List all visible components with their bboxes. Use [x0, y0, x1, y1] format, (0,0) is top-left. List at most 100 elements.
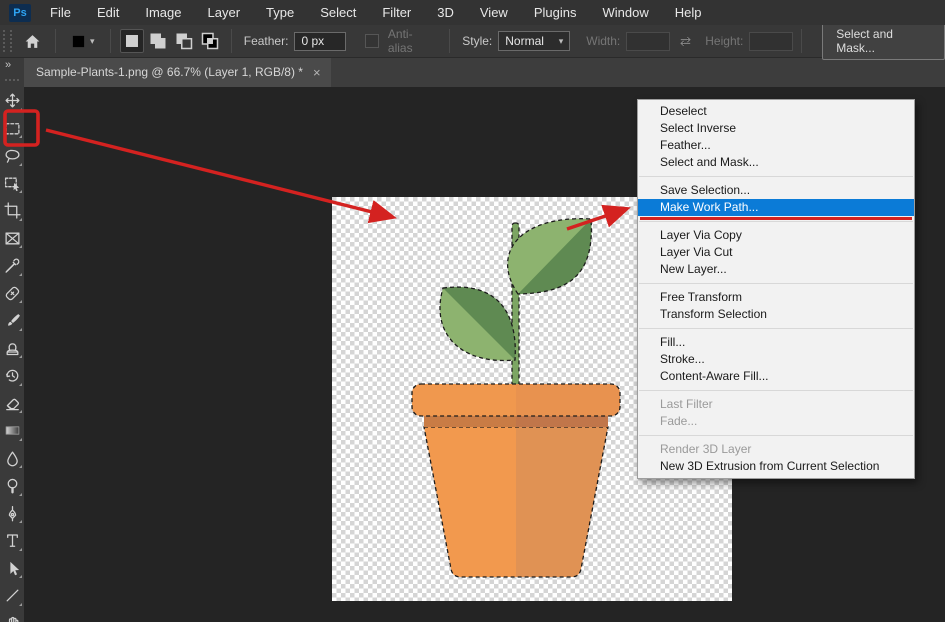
lasso-icon: [4, 147, 21, 164]
tool-pen[interactable]: [0, 500, 24, 528]
menu-item-new-3d-extrusion[interactable]: New 3D Extrusion from Current Selection: [638, 458, 914, 475]
menu-plugins[interactable]: Plugins: [521, 0, 590, 25]
crop-icon: [4, 202, 21, 219]
menu-file[interactable]: File: [37, 0, 84, 25]
tool-hand[interactable]: [0, 610, 24, 622]
tool-clone-stamp[interactable]: [0, 335, 24, 363]
intersect-selection-icon[interactable]: [198, 29, 222, 53]
close-icon[interactable]: ×: [313, 65, 321, 80]
menu-separator: [639, 283, 913, 284]
menu-item-deselect[interactable]: Deselect: [638, 103, 914, 120]
menu-edit[interactable]: Edit: [84, 0, 132, 25]
style-label: Style:: [462, 34, 492, 48]
menu-item-layer-via-cut[interactable]: Layer Via Cut: [638, 244, 914, 261]
toolbar: »: [0, 57, 24, 622]
menu-item-stroke[interactable]: Stroke...: [638, 351, 914, 368]
tool-crop[interactable]: [0, 197, 24, 225]
add-to-selection-icon[interactable]: [146, 29, 170, 53]
toolbar-grip[interactable]: [5, 79, 19, 81]
tool-brush[interactable]: [0, 307, 24, 335]
line-icon: [4, 587, 21, 604]
document-tab[interactable]: Sample-Plants-1.png @ 66.7% (Layer 1, RG…: [24, 57, 331, 87]
tool-eraser[interactable]: [0, 390, 24, 418]
select-and-mask-button[interactable]: Select and Mask...: [822, 22, 945, 60]
swap-dimensions-icon[interactable]: [678, 34, 693, 49]
collapse-panel-icon[interactable]: »: [0, 57, 24, 71]
panel-grip[interactable]: [3, 30, 12, 52]
selection-context-menu: Deselect Select Inverse Feather... Selec…: [637, 99, 915, 479]
menu-item-fill[interactable]: Fill...: [638, 334, 914, 351]
menu-item-new-layer[interactable]: New Layer...: [638, 261, 914, 278]
tool-object-selection[interactable]: [0, 170, 24, 198]
menu-view[interactable]: View: [467, 0, 521, 25]
pen-icon: [4, 505, 21, 522]
feather-input[interactable]: [294, 32, 346, 51]
menu-window[interactable]: Window: [589, 0, 661, 25]
menu-3d[interactable]: 3D: [424, 0, 467, 25]
photoshop-logo: Ps: [9, 4, 31, 22]
menu-help[interactable]: Help: [662, 0, 715, 25]
tool-blur[interactable]: [0, 445, 24, 473]
tool-move[interactable]: [0, 87, 24, 115]
menu-item-free-transform[interactable]: Free Transform: [638, 289, 914, 306]
width-label: Width:: [586, 34, 620, 48]
chevron-down-icon: ▾: [90, 36, 95, 47]
home-icon[interactable]: [18, 28, 47, 54]
tool-spot-healing-brush[interactable]: [0, 280, 24, 308]
eyedropper-icon: [4, 257, 21, 274]
menu-item-layer-via-copy[interactable]: Layer Via Copy: [638, 227, 914, 244]
tool-path-selection[interactable]: [0, 555, 24, 583]
menu-select[interactable]: Select: [307, 0, 369, 25]
menu-item-transform-selection[interactable]: Transform Selection: [638, 306, 914, 323]
menu-item-feather[interactable]: Feather...: [638, 137, 914, 154]
frame-icon: [4, 230, 21, 247]
menu-item-content-aware-fill[interactable]: Content-Aware Fill...: [638, 368, 914, 385]
menu-separator: [639, 221, 913, 222]
new-selection-icon[interactable]: [120, 29, 144, 53]
move-icon: [4, 92, 21, 109]
brush-icon: [4, 312, 21, 329]
tool-preset-picker[interactable]: ▾: [64, 28, 102, 54]
gradient-icon: [4, 422, 21, 439]
menu-item-fade: Fade...: [638, 413, 914, 430]
menu-separator: [639, 435, 913, 436]
tool-line[interactable]: [0, 582, 24, 610]
style-value: Normal: [505, 34, 544, 48]
style-select[interactable]: Normal ▾: [498, 31, 570, 51]
menu-item-make-work-path[interactable]: Make Work Path...: [638, 199, 914, 216]
chevron-down-icon: ▾: [559, 36, 564, 47]
document-tab-title: Sample-Plants-1.png @ 66.7% (Layer 1, RG…: [36, 65, 303, 79]
width-input[interactable]: [626, 32, 670, 51]
menu-separator: [639, 328, 913, 329]
menu-filter[interactable]: Filter: [369, 0, 424, 25]
tool-eyedropper[interactable]: [0, 252, 24, 280]
menu-item-select-and-mask[interactable]: Select and Mask...: [638, 154, 914, 171]
tool-type[interactable]: [0, 527, 24, 555]
menu-layer[interactable]: Layer: [195, 0, 254, 25]
history-brush-icon: [4, 367, 21, 384]
menu-item-last-filter: Last Filter: [638, 396, 914, 413]
tool-frame[interactable]: [0, 225, 24, 253]
height-input[interactable]: [749, 32, 793, 51]
options-bar: ▾ Feather: Anti-alias Style: Normal ▾ Wi…: [0, 25, 945, 58]
anti-alias-checkbox[interactable]: [365, 34, 379, 48]
menu-image[interactable]: Image: [132, 0, 194, 25]
tool-lasso[interactable]: [0, 142, 24, 170]
tool-dodge[interactable]: [0, 472, 24, 500]
subtract-from-selection-icon[interactable]: [172, 29, 196, 53]
menu-type[interactable]: Type: [253, 0, 307, 25]
hand-icon: [4, 615, 21, 622]
pot-body: [424, 427, 608, 577]
marquee-preset-icon: [71, 34, 86, 49]
tool-history-brush[interactable]: [0, 362, 24, 390]
pot-rim: [412, 384, 620, 416]
pot-band: [424, 416, 608, 427]
object-selection-icon: [4, 175, 21, 192]
menu-item-select-inverse[interactable]: Select Inverse: [638, 120, 914, 137]
height-label: Height:: [705, 34, 743, 48]
menu-item-save-selection[interactable]: Save Selection...: [638, 182, 914, 199]
tool-gradient[interactable]: [0, 417, 24, 445]
tool-rectangular-marquee[interactable]: [0, 115, 24, 143]
menu-item-render-3d-layer: Render 3D Layer: [638, 441, 914, 458]
spot-healing-brush-icon: [4, 285, 21, 302]
